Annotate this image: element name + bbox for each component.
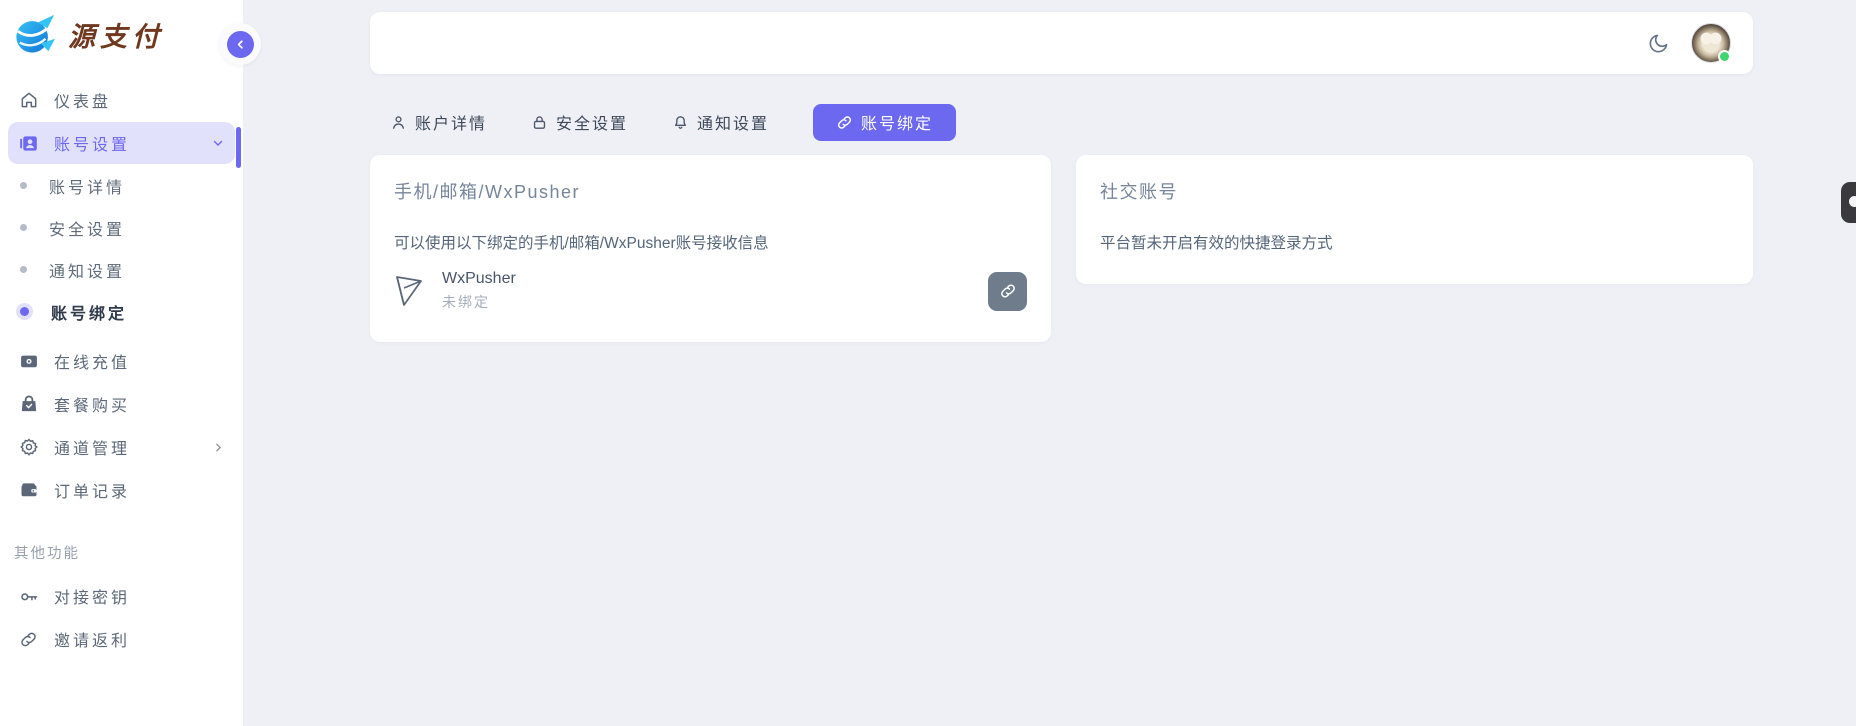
bullet-icon — [20, 224, 27, 231]
app-logo[interactable]: 源支付 — [0, 0, 243, 65]
app-logo-icon — [12, 13, 58, 55]
sidebar-item-label: 对接密钥 — [54, 584, 130, 608]
sidebar-item-label: 套餐购买 — [54, 392, 130, 416]
bullet-icon — [20, 182, 27, 189]
sidebar-collapse-halo — [219, 23, 261, 65]
key-icon — [18, 586, 39, 607]
gear-icon — [18, 437, 39, 458]
person-icon — [390, 114, 407, 131]
binding-item-name: WxPusher — [442, 270, 516, 288]
bell-icon — [672, 114, 689, 131]
active-item-indicator — [236, 127, 241, 168]
binding-item-info: WxPusher 未绑定 — [442, 270, 516, 312]
sidebar-subitem-security-settings[interactable]: 安全设置 — [8, 207, 235, 248]
home-icon — [18, 90, 39, 111]
wallet-icon — [18, 480, 39, 501]
lock-icon — [531, 114, 548, 131]
link-icon — [836, 114, 853, 131]
sidebar-item-order-records[interactable]: 订单记录 — [8, 469, 235, 511]
social-accounts-card: 社交账号 平台暂未开启有效的快捷登录方式 — [1076, 155, 1753, 284]
id-badge-icon — [18, 133, 39, 154]
tab-label: 通知设置 — [697, 110, 769, 134]
sidebar-item-label: 账号设置 — [54, 131, 130, 155]
app-logo-text: 源支付 — [68, 15, 164, 54]
sidebar-subitem-label: 通知设置 — [49, 258, 125, 282]
sidebar-item-label: 在线充值 — [54, 349, 130, 373]
binding-item-status: 未绑定 — [442, 292, 516, 312]
wxpusher-icon — [394, 273, 428, 309]
sidebar-subitem-notification-settings[interactable]: 通知设置 — [8, 249, 235, 290]
sidebar-subitem-account-detail[interactable]: 账号详情 — [8, 165, 235, 206]
binding-card: 手机/邮箱/WxPusher 可以使用以下绑定的手机/邮箱/WxPusher账号… — [370, 155, 1051, 342]
bullet-icon — [20, 266, 27, 273]
online-status-dot — [1718, 50, 1731, 63]
sidebar-item-account-settings[interactable]: 账号设置 — [8, 122, 235, 164]
chevron-right-icon — [212, 441, 225, 454]
tab-account-binding[interactable]: 账号绑定 — [813, 104, 956, 141]
sidebar-nav: 仪表盘 账号设置 账号详情 安全设置 通知设置 账号绑定 — [0, 65, 243, 660]
banknote-icon — [18, 351, 39, 372]
user-avatar[interactable] — [1691, 23, 1731, 63]
chevron-left-icon — [234, 38, 247, 51]
settings-tabs: 账户详情 安全设置 通知设置 账号绑定 — [370, 103, 956, 141]
sidebar-item-invite-rebate[interactable]: 邀请返利 — [8, 618, 235, 660]
binding-card-title: 手机/邮箱/WxPusher — [394, 178, 1027, 204]
chevron-down-icon — [211, 136, 225, 150]
tab-label: 账户详情 — [415, 110, 487, 134]
sidebar-subitem-account-binding[interactable]: 账号绑定 — [8, 291, 235, 332]
sidebar-item-label: 订单记录 — [54, 478, 130, 502]
sidebar-item-package-purchase[interactable]: 套餐购买 — [8, 383, 235, 425]
sidebar-item-api-keys[interactable]: 对接密钥 — [8, 575, 235, 617]
sidebar-section-label: 其他功能 — [8, 512, 235, 575]
bind-wxpusher-button[interactable] — [988, 272, 1027, 311]
settings-drawer-handle[interactable] — [1841, 182, 1856, 223]
tab-label: 安全设置 — [556, 110, 628, 134]
sidebar-collapse-button[interactable] — [227, 31, 254, 58]
binding-item-wxpusher: WxPusher 未绑定 — [394, 270, 1027, 312]
sidebar-item-label: 邀请返利 — [54, 627, 130, 651]
dark-mode-toggle[interactable] — [1643, 28, 1674, 59]
tab-notification-settings[interactable]: 通知设置 — [672, 110, 769, 134]
social-card-title: 社交账号 — [1100, 178, 1729, 204]
link-icon — [999, 282, 1017, 300]
sidebar-item-label: 仪表盘 — [54, 88, 111, 112]
social-card-description: 平台暂未开启有效的快捷登录方式 — [1100, 231, 1729, 253]
sidebar-item-label: 通道管理 — [54, 435, 130, 459]
sidebar: 源支付 仪表盘 账号设置 账号详情 安全设置 通知设 — [0, 0, 243, 726]
sidebar-item-dashboard[interactable]: 仪表盘 — [8, 79, 235, 121]
link-icon — [18, 629, 39, 650]
sidebar-item-channel-management[interactable]: 通道管理 — [8, 426, 235, 468]
topbar — [370, 12, 1753, 74]
tab-label: 账号绑定 — [861, 110, 933, 134]
tab-security-settings[interactable]: 安全设置 — [531, 110, 628, 134]
sidebar-subitem-label: 账号详情 — [49, 174, 125, 198]
binding-card-description: 可以使用以下绑定的手机/邮箱/WxPusher账号接收信息 — [394, 231, 1027, 253]
sidebar-subitem-label: 安全设置 — [49, 216, 125, 240]
sidebar-subitem-label: 账号绑定 — [51, 300, 127, 324]
sidebar-item-online-recharge[interactable]: 在线充值 — [8, 340, 235, 382]
moon-icon — [1647, 32, 1670, 55]
bullet-icon — [20, 307, 29, 316]
tab-account-detail[interactable]: 账户详情 — [390, 110, 487, 134]
shopping-bag-icon — [18, 394, 39, 415]
